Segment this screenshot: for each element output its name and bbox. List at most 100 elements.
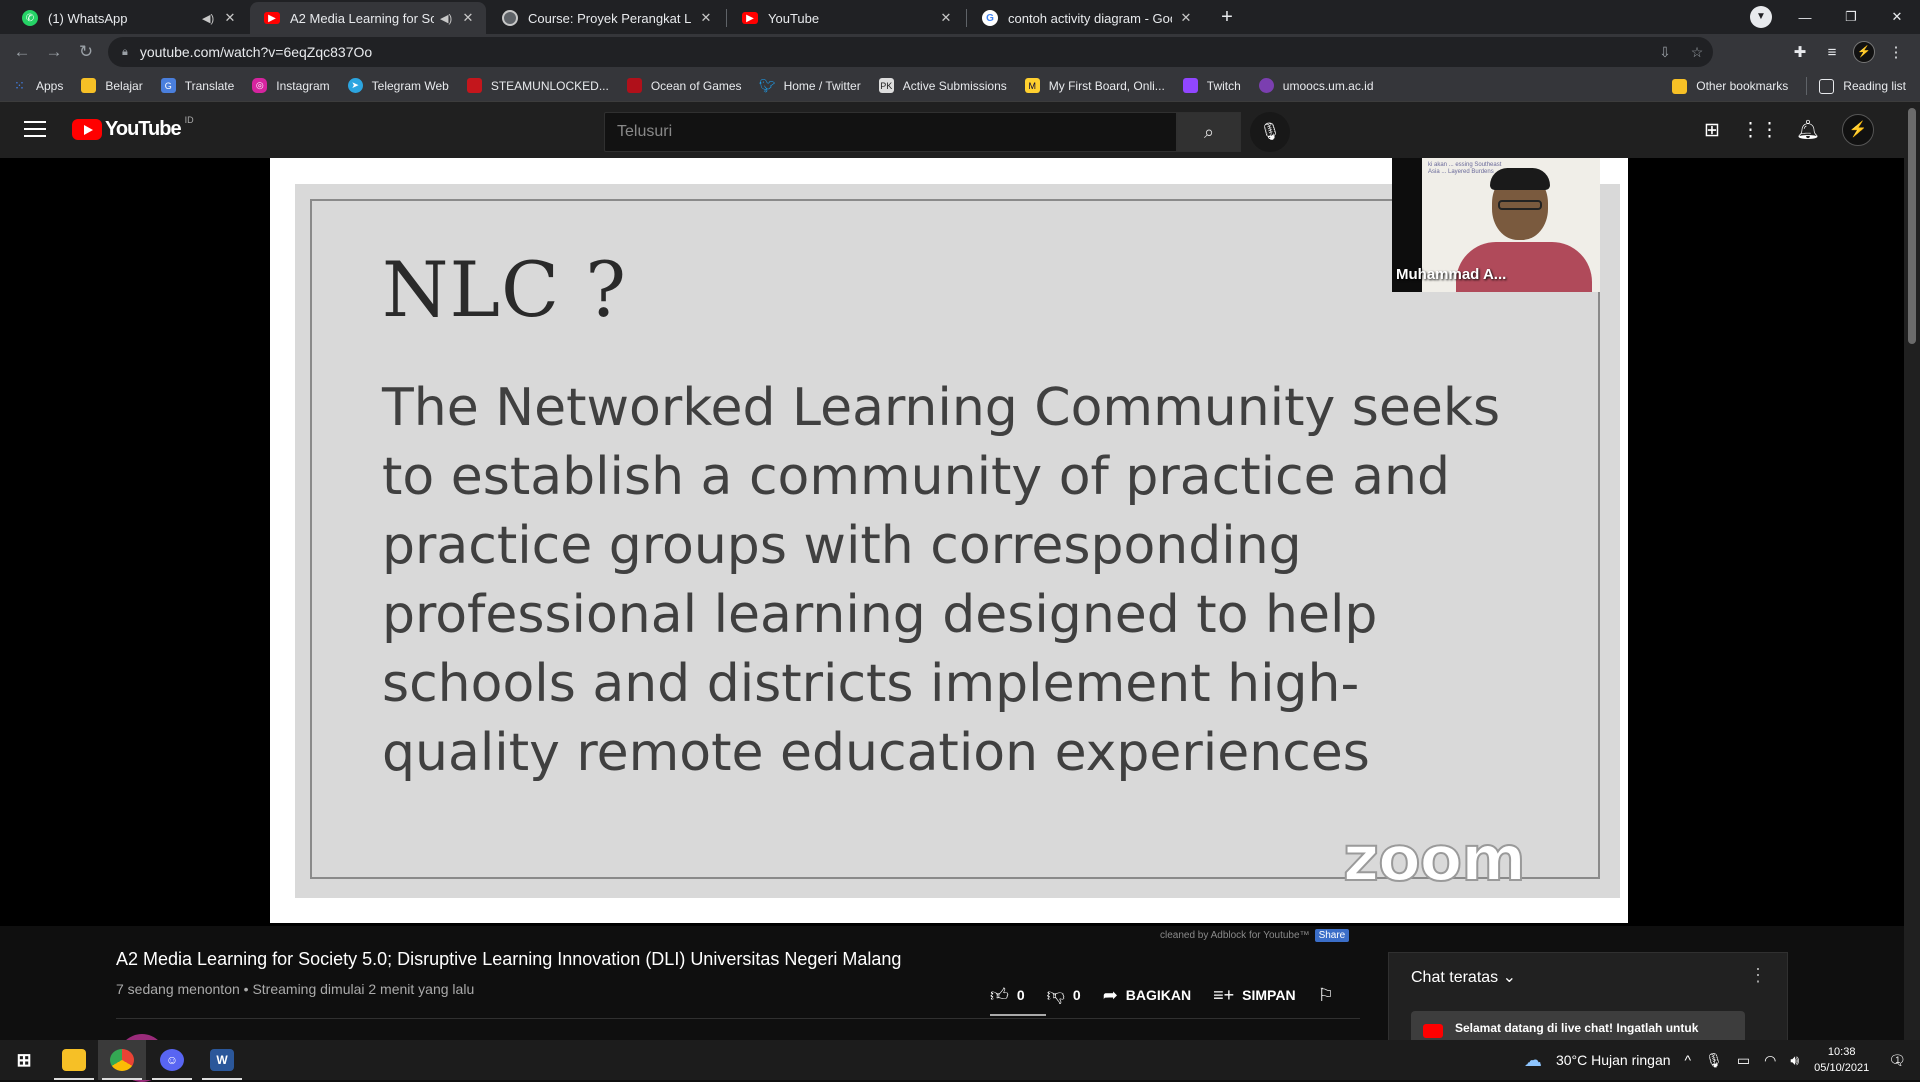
tab-course[interactable]: Course: Proyek Perangkat Lunak ✕ <box>488 2 724 34</box>
tab-separator <box>966 9 967 27</box>
reload-icon[interactable]: ↻ <box>70 42 102 62</box>
bookmarks-bar: ⁙ Apps Belajar G Translate ◎ Instagram ➤ Tel… <box>0 70 1920 102</box>
speaker-icon[interactable]: ◀) <box>202 12 216 25</box>
bookmark-twitter[interactable]: 🐦︎ Home / Twitter <box>759 78 861 93</box>
close-icon[interactable]: ✕ <box>222 10 238 26</box>
close-icon[interactable]: ✕ <box>460 10 476 26</box>
close-window-icon[interactable]: ✕ <box>1874 9 1920 25</box>
menu-icon[interactable]: ⋮ <box>1880 43 1912 61</box>
bookmark-active-submissions[interactable]: PK Active Submissions <box>878 78 1007 93</box>
bookmark-belajar[interactable]: Belajar <box>81 78 143 93</box>
clock[interactable]: 10:38 05/10/2021 <box>1814 1044 1869 1076</box>
restore-icon[interactable]: ❐ <box>1828 9 1874 25</box>
lock-icon[interactable]: 🔒︎ <box>122 46 128 59</box>
tab-youtube[interactable]: ▶ YouTube ✕ <box>728 2 964 34</box>
microphone-icon[interactable]: 🎙︎ <box>1705 1052 1723 1069</box>
page-scrollbar[interactable] <box>1904 102 1920 1040</box>
close-icon[interactable]: ✕ <box>698 10 714 26</box>
search-input[interactable]: Telusuri <box>604 112 1177 152</box>
flag-icon: ⚐ <box>1317 984 1334 1005</box>
bookmark-translate[interactable]: G Translate <box>160 78 235 93</box>
bookmark-my-first-board[interactable]: M My First Board, Onli... <box>1024 78 1165 93</box>
close-icon[interactable]: ✕ <box>1178 10 1194 26</box>
taskbar-chrome[interactable] <box>98 1040 146 1080</box>
install-app-icon[interactable]: ⇩ <box>1649 44 1681 61</box>
tab-google-search[interactable]: G contoh activity diagram - Google ✕ <box>968 2 1204 34</box>
wifi-icon[interactable]: ◠ <box>1764 1052 1776 1069</box>
speaker-icon[interactable]: ◀) <box>440 12 454 25</box>
bookmark-twitch[interactable]: Twitch <box>1182 78 1241 93</box>
taskbar-discord[interactable]: ☺ <box>148 1040 196 1080</box>
notification-center-icon[interactable]: 🗨︎ 1 <box>1888 1052 1906 1069</box>
bookmark-label: Home / Twitter <box>783 78 861 93</box>
bookmark-steamunlocked[interactable]: STEAMUNLOCKED... <box>466 78 609 93</box>
google-icon: G <box>982 10 998 26</box>
folder-icon <box>1672 78 1688 94</box>
notifications-bell-icon[interactable]: 🔔︎ <box>1784 118 1832 142</box>
bookmark-apps[interactable]: ⁙ Apps <box>12 78 63 93</box>
tab-title: contoh activity diagram - Google <box>1008 10 1172 26</box>
taskbar-word[interactable]: W <box>198 1040 246 1080</box>
reading-list-icon <box>1819 78 1835 94</box>
profile-avatar[interactable]: ⚡ <box>1853 41 1875 63</box>
video-player[interactable]: NLC ? The Networked Learning Community s… <box>0 158 1904 926</box>
youtube-play-icon <box>72 119 102 140</box>
bookmark-ocean-of-games[interactable]: Ocean of Games <box>626 78 742 93</box>
masthead-actions: ⊞ ⋮⋮ 🔔︎ ⚡ <box>1688 110 1874 150</box>
taskbar-file-explorer[interactable] <box>50 1040 98 1080</box>
share-button[interactable]: ➦ BAGIKAN <box>1103 985 1191 1006</box>
bookmark-label: Translate <box>184 78 235 93</box>
close-icon[interactable]: ✕ <box>938 10 954 26</box>
other-bookmarks[interactable]: Other bookmarks <box>1672 78 1788 94</box>
dislike-button[interactable]: 👎︎ 0 <box>1047 984 1081 1006</box>
bookmark-umoocs[interactable]: umoocs.um.ac.id <box>1258 78 1374 93</box>
apps-icon: ⁙ <box>14 77 25 93</box>
youtube-icon: ▶ <box>264 12 280 24</box>
report-button[interactable]: ⚐ <box>1318 985 1342 1006</box>
like-button[interactable]: 👍︎ 0 <box>990 984 1025 1006</box>
create-video-icon[interactable]: ⊞ <box>1688 119 1736 142</box>
chat-mode-dropdown[interactable]: Chat teratas ⌄ <box>1411 967 1516 987</box>
share-label: BAGIKAN <box>1125 987 1192 1003</box>
forward-icon[interactable]: → <box>38 42 70 62</box>
discord-icon: ☺ <box>160 1049 184 1071</box>
share-arrow-icon: ➦ <box>1102 984 1118 1005</box>
search-button[interactable]: ⌕ <box>1177 112 1241 152</box>
scrollbar-thumb[interactable] <box>1908 108 1916 344</box>
extensions-icon[interactable]: ✚ <box>1784 43 1816 61</box>
voice-search-button[interactable]: 🎙︎ <box>1250 112 1290 152</box>
start-button[interactable]: ⊞ <box>0 1040 48 1080</box>
media-control-icon[interactable]: ≡ <box>1816 44 1848 61</box>
adblock-share-button[interactable]: Share <box>1314 929 1350 942</box>
new-tab-button[interactable]: + <box>1214 5 1240 31</box>
video-actions: 👍︎ 0 👎︎ 0 ➦ BAGIKAN ≡+ SIMPAN ⚐ <box>990 984 1364 1006</box>
bookmark-telegram[interactable]: ➤ Telegram Web <box>347 78 449 93</box>
tab-search-icon[interactable]: ▼ <box>1750 6 1772 28</box>
clock-time: 10:38 <box>1827 1046 1856 1058</box>
chrome-icon <box>110 1049 134 1071</box>
adblock-text: cleaned by Adblock for Youtube™ <box>1160 930 1310 941</box>
more-options-icon[interactable]: ⋮ <box>1749 965 1767 986</box>
weather-text[interactable]: 30°C Hujan ringan <box>1556 1052 1671 1068</box>
address-bar[interactable]: 🔒︎ youtube.com/watch?v=6eqZqc837Oo ⇩ ☆ <box>108 37 1713 67</box>
minimize-icon[interactable]: — <box>1782 10 1828 25</box>
bookmark-instagram[interactable]: ◎ Instagram <box>252 78 330 93</box>
apps-grid-icon[interactable]: ⋮⋮ <box>1736 119 1784 142</box>
save-button[interactable]: ≡+ SIMPAN <box>1213 985 1295 1006</box>
volume-icon[interactable]: 🔊︎ <box>1790 1052 1799 1069</box>
back-icon[interactable]: ← <box>6 42 38 62</box>
tab-whatsapp[interactable]: ✆ (1) WhatsApp ◀) ✕ <box>8 2 248 34</box>
show-hidden-icons-icon[interactable]: ^ <box>1685 1052 1692 1068</box>
browser-toolbar: ← → ↻ 🔒︎ youtube.com/watch?v=6eqZqc837Oo… <box>0 34 1920 70</box>
youtube-logo[interactable]: YouTube ID <box>72 115 194 141</box>
reading-list[interactable]: Reading list <box>1819 78 1906 94</box>
url-text[interactable]: youtube.com/watch?v=6eqZqc837Oo <box>140 44 1649 60</box>
hamburger-menu-icon[interactable] <box>24 121 46 139</box>
tab-a2-media-learning[interactable]: ▶ A2 Media Learning for Societ ◀) ✕ <box>250 2 486 34</box>
account-avatar[interactable]: ⚡ <box>1842 114 1874 146</box>
battery-icon[interactable]: ▭ <box>1737 1052 1750 1069</box>
speaker-glasses <box>1498 200 1542 210</box>
miro-icon: M <box>1024 78 1040 93</box>
instagram-icon: ◎ <box>252 78 268 93</box>
bookmark-star-icon[interactable]: ☆ <box>1681 44 1713 61</box>
